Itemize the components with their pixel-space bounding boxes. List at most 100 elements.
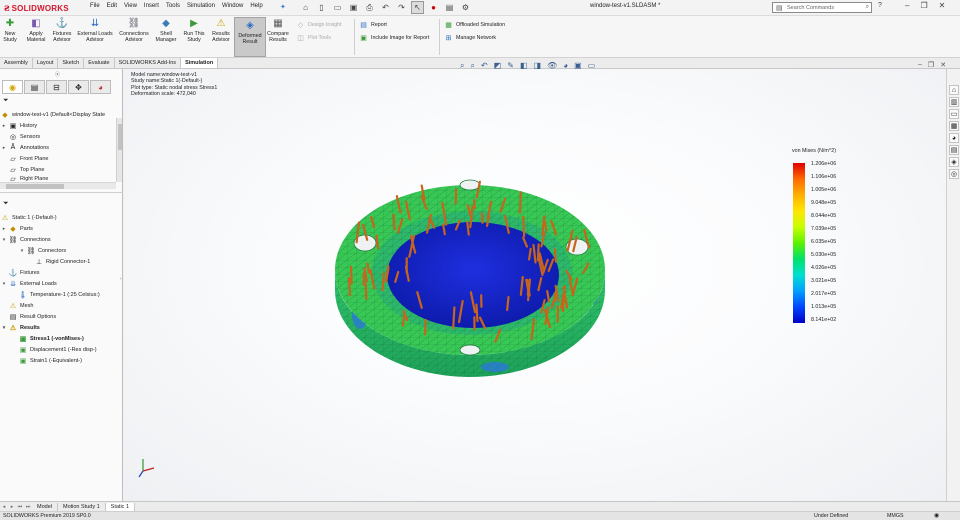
new-document-icon[interactable]: ▯ — [315, 1, 328, 14]
study-item-results[interactable]: ▾ ⚠ Results — [0, 322, 40, 333]
deformed-result-button[interactable]: ◈ Deformed Result — [234, 17, 266, 57]
tab-evaluate[interactable]: Evaluate — [84, 58, 115, 68]
search-icon[interactable]: ⌕ — [866, 4, 869, 11]
appearances-icon[interactable]: ◕ — [949, 133, 959, 143]
tree-item-history[interactable]: ▸ ▣ History — [0, 120, 37, 131]
open-icon[interactable]: ▭ — [331, 1, 344, 14]
display-style-icon[interactable]: ◨ — [534, 61, 542, 71]
rebuild-icon[interactable]: ● — [427, 1, 440, 14]
new-study-button[interactable]: ✚ New Study — [3, 18, 17, 43]
help-icon[interactable]: ? — [878, 2, 882, 9]
design-library-icon[interactable]: ▥ — [949, 97, 959, 107]
save-icon[interactable]: ▣ — [347, 1, 360, 14]
home-icon[interactable]: ⌂ — [299, 1, 312, 14]
tab-motion-study[interactable]: Motion Study 1 — [58, 502, 106, 511]
scroll-thumb[interactable] — [118, 124, 122, 150]
result-displacement[interactable]: ▣ Displacement1 (-Res disp-) — [18, 344, 97, 355]
view-palette-icon[interactable]: ▦ — [949, 121, 959, 131]
tab-simulation[interactable]: Simulation — [181, 58, 219, 68]
view-settings-icon[interactable]: ▭ — [588, 61, 596, 71]
property-manager-tab-icon[interactable]: ▤ — [24, 80, 45, 94]
tree-horizontal-scrollbar[interactable] — [0, 182, 116, 189]
plot-tools-button[interactable]: ◫ Plot Tools — [296, 33, 331, 42]
tree-item-front-plane[interactable]: ▱ Front Plane — [0, 153, 48, 164]
solidworks-forum-icon[interactable]: ◎ — [949, 169, 959, 179]
tab-last-icon[interactable]: ⏭ — [24, 504, 32, 510]
result-strain[interactable]: ▣ Strain1 (-Equivalent-) — [18, 355, 82, 366]
rebuild-status-icon[interactable]: ◉ — [934, 513, 939, 519]
report-button[interactable]: ▤ Report — [359, 20, 387, 29]
tree-vertical-scrollbar[interactable] — [116, 118, 122, 182]
tree-item-annotations[interactable]: ▸ Ā Annotations — [0, 142, 49, 153]
tab-assembly[interactable]: Assembly — [0, 58, 33, 68]
solidworks-logo[interactable]: ƨ SOLIDWORKS — [4, 2, 69, 14]
minimize-icon[interactable]: – — [905, 1, 909, 10]
tab-sketch[interactable]: Sketch — [58, 58, 85, 68]
expand-icon[interactable]: ▸ — [0, 123, 8, 129]
select-icon[interactable]: ↖ — [411, 1, 424, 14]
viewport-restore-icon[interactable]: ❐ — [928, 61, 934, 69]
design-insight-button[interactable]: ◇ Design Insight — [296, 20, 342, 29]
search-commands-input[interactable]: ▤ Search Commands ⌕ — [772, 2, 872, 13]
fixtures-advisor-button[interactable]: ⚓ Fixtures Advisor — [50, 18, 74, 43]
simulation-advisor-icon[interactable]: ◈ — [949, 157, 959, 167]
panel-splitter[interactable] — [0, 192, 123, 197]
section-view-icon[interactable]: ◩ — [494, 61, 502, 71]
tab-scroll-left-icon[interactable]: ◂ — [0, 504, 8, 510]
expand-icon[interactable]: ▸ — [0, 145, 8, 151]
panel-collapse-icon[interactable]: ‹ — [120, 276, 122, 282]
study-item-mesh[interactable]: ⚠ Mesh — [0, 300, 34, 311]
manage-network-button[interactable]: ⊞ Manage Network — [444, 33, 496, 42]
study-item-parts[interactable]: ▸ ◆ Parts — [0, 223, 33, 234]
collapse-icon[interactable]: ▾ — [0, 325, 8, 331]
stress-plot-model[interactable] — [320, 155, 620, 385]
menu-edit[interactable]: Edit — [107, 3, 117, 9]
custom-properties-icon[interactable]: ▤ — [949, 145, 959, 155]
tree-item-top-plane[interactable]: ▱ Top Plane — [0, 164, 44, 175]
study-item-external-loads[interactable]: ▾ ⇊ External Loads — [0, 278, 57, 289]
menu-simulation[interactable]: Simulation — [187, 3, 215, 9]
unit-system[interactable]: MMGS — [887, 513, 903, 519]
panel-grip-icon[interactable]: ⦿ — [55, 71, 60, 78]
study-item-fixtures[interactable]: ⚓ Fixtures — [0, 267, 40, 278]
apply-material-button[interactable]: ◧ Apply Material — [23, 18, 49, 43]
tree-item-sensors[interactable]: ◎ Sensors — [0, 131, 40, 142]
tab-model[interactable]: Model — [32, 502, 58, 511]
shell-manager-button[interactable]: ◆ Shell Manager — [153, 18, 179, 43]
include-image-button[interactable]: ▣ Include Image for Report — [359, 33, 429, 42]
solidworks-resources-icon[interactable]: ⌂ — [949, 85, 959, 95]
scroll-thumb[interactable] — [6, 184, 64, 189]
filter-icon[interactable]: ⏷ — [3, 97, 9, 105]
run-this-study-button[interactable]: ▶ Run This Study — [182, 18, 206, 43]
results-advisor-button[interactable]: ⚠ Results Advisor — [209, 18, 233, 43]
menu-insert[interactable]: Insert — [144, 3, 159, 9]
apply-scene-icon[interactable]: ▣ — [574, 61, 582, 71]
study-item-connections[interactable]: ▾ ⛓ Connections — [0, 234, 51, 245]
viewport-close-icon[interactable]: ✕ — [940, 61, 946, 69]
collapse-icon[interactable]: ▾ — [0, 281, 8, 287]
zoom-to-fit-icon[interactable]: ⌕ — [460, 61, 464, 71]
dimxpert-tab-icon[interactable]: ✥ — [68, 80, 89, 94]
print-icon[interactable]: ⎙ — [363, 1, 376, 14]
menu-help[interactable]: Help — [250, 3, 262, 9]
result-stress[interactable]: ▣ Stress1 (-vonMises-) — [18, 333, 84, 344]
menu-view[interactable]: View — [124, 3, 137, 9]
feature-manager-tab-icon[interactable]: ◉ — [2, 80, 23, 94]
file-properties-icon[interactable]: ▤ — [443, 1, 456, 14]
external-loads-advisor-button[interactable]: ⇊ External Loads Advisor — [75, 18, 115, 43]
study-item-result-options[interactable]: ▤ Result Options — [0, 311, 56, 322]
legend-color-bar[interactable] — [793, 163, 805, 323]
collapse-icon[interactable]: ▾ — [0, 237, 8, 243]
restore-icon[interactable]: ❐ — [920, 1, 927, 10]
configuration-manager-tab-icon[interactable]: ⊟ — [46, 80, 67, 94]
close-icon[interactable]: ✕ — [939, 1, 946, 10]
tab-static-study[interactable]: Static 1 — [105, 502, 136, 511]
edit-appearance-icon[interactable]: ◕ — [563, 61, 568, 71]
study-item-rigid-connector[interactable]: ⊥ Rigid Connector-1 — [34, 256, 90, 267]
options-icon[interactable]: ⚙ — [459, 1, 472, 14]
dynamic-annotation-icon[interactable]: ✎ — [507, 61, 514, 71]
pin-icon[interactable]: ✦ — [280, 3, 286, 11]
compare-results-button[interactable]: ▦ Compare Results — [265, 18, 291, 43]
search-scope-icon[interactable]: ▤ — [776, 4, 783, 12]
collapse-icon[interactable]: ▾ — [18, 248, 26, 254]
